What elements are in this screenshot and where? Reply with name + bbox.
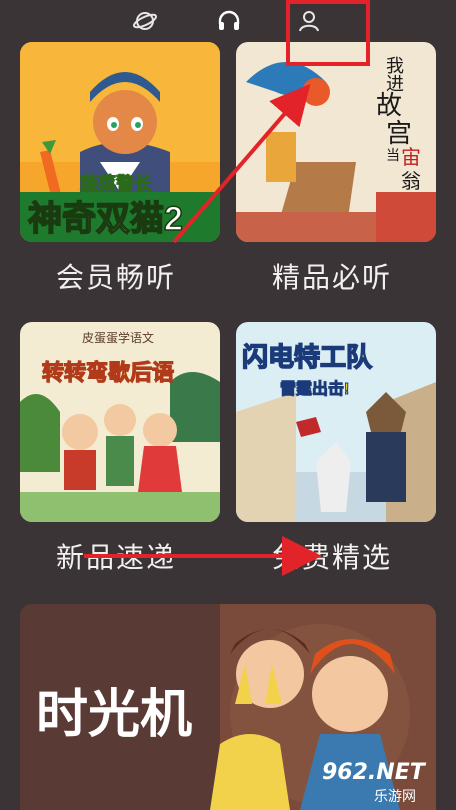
card-label-premium: 精品必听 bbox=[272, 261, 393, 294]
cover-subtitle: 皮蛋蛋学语文 bbox=[82, 330, 154, 345]
cover-title-char: 故 bbox=[376, 90, 402, 120]
album-card-member[interactable]: 蔬菜警长 神奇双猫2 bbox=[20, 42, 220, 242]
album-cover-xiehouyu: 皮蛋蛋学语文 转转弯歇后语 bbox=[20, 322, 220, 522]
planet-icon[interactable] bbox=[132, 8, 158, 34]
headphones-icon[interactable] bbox=[216, 8, 242, 34]
card-label-free: 免费精选 bbox=[272, 541, 393, 574]
banner-artwork: 时光机 bbox=[20, 604, 436, 810]
cover-title-char: 翁 bbox=[401, 170, 421, 193]
cover-title: 闪电特工队 bbox=[242, 342, 373, 372]
user-icon[interactable] bbox=[296, 8, 322, 34]
cover-subtitle: 蔬菜警长 bbox=[80, 173, 153, 194]
album-card-free[interactable]: 闪电特工队 雷霆出击! bbox=[236, 322, 436, 522]
card-label-member: 会员畅听 bbox=[56, 261, 177, 294]
album-cover-shenqi-shuangmao: 蔬菜警长 神奇双猫2 bbox=[20, 42, 220, 242]
cover-title: 神奇双猫2 bbox=[28, 200, 183, 238]
cover-subtitle: 雷霆出击! bbox=[280, 379, 349, 398]
cover-title: 转转弯歇后语 bbox=[42, 360, 174, 385]
top-nav-bar bbox=[0, 0, 456, 38]
cover-title-char: 宫 bbox=[386, 118, 412, 148]
album-cover-gugong: 我 进 故 宫 当 宙 翁 bbox=[236, 42, 436, 242]
banner-title: 时光机 bbox=[36, 686, 192, 744]
cover-title-char: 当 bbox=[386, 147, 400, 163]
album-card-premium[interactable]: 我 进 故 宫 当 宙 翁 bbox=[236, 42, 436, 242]
cover-title-char: 我 bbox=[386, 56, 404, 76]
album-card-new[interactable]: 皮蛋蛋学语文 转转弯歇后语 bbox=[20, 322, 220, 522]
cover-title-char: 宙 bbox=[401, 146, 421, 169]
card-label-new: 新品速递 bbox=[56, 541, 177, 574]
album-cover-shandian-tegongdui: 闪电特工队 雷霆出击! bbox=[236, 322, 436, 522]
time-machine-banner[interactable]: 时光机 bbox=[20, 604, 436, 810]
